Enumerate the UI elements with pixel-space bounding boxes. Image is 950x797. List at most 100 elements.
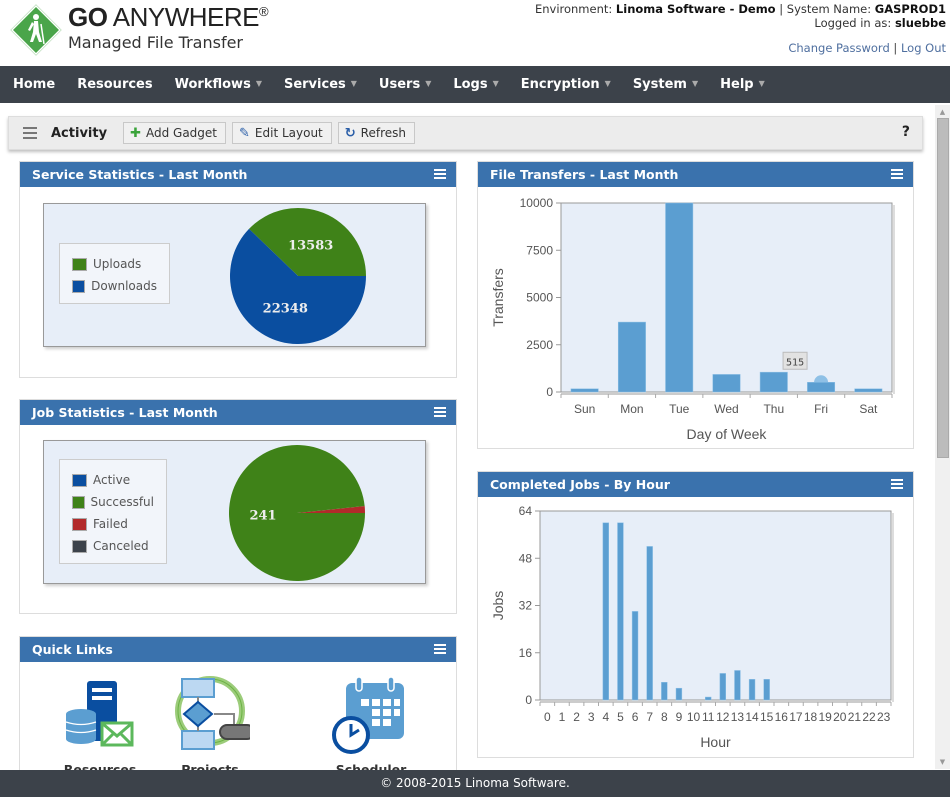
legend-item-successful[interactable]: Successful (72, 491, 154, 513)
footer: © 2008-2015 Linoma Software. (0, 770, 950, 797)
scroll-up-arrow-icon[interactable]: ▲ (935, 105, 950, 119)
x-tick-label: 21 (848, 710, 862, 724)
x-tick-label: 16 (775, 710, 789, 724)
panel-menu-icon[interactable] (434, 644, 446, 654)
bar-6[interactable] (631, 611, 639, 701)
help-button[interactable]: ? (902, 124, 910, 140)
copyright-text: © 2008-2015 Linoma Software. (380, 776, 570, 790)
page-scrollbar[interactable]: ▲ ▼ (935, 105, 950, 769)
hamburger-menu-icon[interactable] (23, 127, 37, 139)
x-tick-label: 14 (745, 710, 759, 724)
x-tick-label: Thu (763, 402, 784, 416)
logged-in-user: sluebbe (894, 16, 946, 30)
bar-5[interactable] (617, 522, 624, 701)
quick-link-resources[interactable]: Resources (45, 675, 155, 777)
legend-item-downloads[interactable]: Downloads (72, 275, 157, 297)
pie-data-label: 241 (249, 509, 276, 524)
app-header: GO ANYWHERE® Managed File Transfer Envir… (0, 0, 950, 66)
nav-logs[interactable]: Logs ▼ (453, 77, 498, 92)
x-tick-label: 5 (617, 710, 624, 724)
panel-menu-icon[interactable] (891, 169, 903, 179)
nav-encryption[interactable]: Encryption ▼ (521, 77, 611, 92)
legend-item-canceled[interactable]: Canceled (72, 535, 154, 557)
bar-mon[interactable] (617, 321, 646, 393)
nav-help[interactable]: Help ▼ (720, 77, 765, 92)
x-tick-label: 1 (559, 710, 566, 724)
edit-layout-button[interactable]: ✎ Edit Layout (232, 122, 332, 144)
bar-13[interactable] (734, 670, 741, 701)
completed-jobs-chart: 0163248640 1 2 3 4 5 6 7 8 9 10 11 12 13 14 15 16 17 18 19 2… (490, 504, 894, 750)
panel-menu-icon[interactable] (434, 169, 446, 179)
chevron-down-icon: ▼ (691, 79, 699, 88)
bar-4[interactable] (602, 522, 609, 701)
nav-users[interactable]: Users ▼ (379, 77, 431, 92)
system-name-value: GASPROD1 (874, 2, 946, 16)
x-tick-label: 8 (661, 710, 668, 724)
refresh-button[interactable]: ↻ Refresh (337, 122, 415, 144)
y-tick-label: 10000 (520, 196, 554, 210)
pie-data-label: 22348 (263, 302, 308, 317)
quick-link-scheduler[interactable]: Scheduler (316, 675, 426, 777)
legend-swatch (72, 473, 87, 487)
bar-12[interactable] (719, 673, 726, 701)
x-tick-label: Wed (714, 402, 738, 416)
job-stats-pie: 241 (229, 444, 365, 581)
x-tick-label: 17 (789, 710, 803, 724)
nav-home[interactable]: Home (13, 77, 55, 92)
bar-sun[interactable] (570, 388, 599, 393)
panel-menu-icon[interactable] (434, 407, 446, 417)
panel-title: Service Statistics - Last Month (32, 167, 248, 182)
bar-14[interactable] (748, 679, 756, 701)
scrollbar-thumb[interactable] (937, 118, 949, 458)
x-tick-label: 23 (877, 710, 891, 724)
nav-workflows[interactable]: Workflows ▼ (175, 77, 262, 92)
change-password-link[interactable]: Change Password (788, 41, 889, 55)
legend-item-uploads[interactable]: Uploads (72, 253, 157, 275)
scheduler-icon (332, 676, 404, 754)
x-tick-label: 4 (602, 710, 609, 724)
panel-title: Quick Links (32, 642, 113, 657)
bar-11[interactable] (705, 696, 712, 701)
panel-menu-icon[interactable] (891, 479, 903, 489)
goanywhere-logo-icon (8, 2, 64, 58)
bar-wed[interactable] (712, 374, 741, 393)
bar-7[interactable] (646, 546, 653, 701)
legend-swatch (72, 495, 85, 509)
nav-resources[interactable]: Resources (77, 77, 152, 92)
x-tick-label: 7 (646, 710, 653, 724)
x-tick-label: 22 (862, 710, 876, 724)
bar-9[interactable] (675, 687, 683, 701)
logout-link[interactable]: Log Out (901, 41, 946, 55)
x-tick-label: Sat (859, 402, 878, 416)
quick-link-projects[interactable]: Projects (155, 675, 265, 777)
x-tick-label: 9 (676, 710, 683, 724)
nav-services[interactable]: Services ▼ (284, 77, 357, 92)
add-gadget-button[interactable]: ✚ Add Gadget (123, 122, 226, 144)
bar-fri[interactable] (807, 382, 836, 393)
y-tick-label: 0 (525, 693, 532, 707)
bar-tue[interactable] (665, 202, 694, 393)
completed-jobs-panel: Completed Jobs - By Hour 0 16 32 48 64 0 1 2 3 4 5… (477, 471, 914, 758)
bar-thu[interactable] (759, 371, 788, 393)
legend-item-failed[interactable]: Failed (72, 513, 154, 535)
nav-system[interactable]: System ▼ (633, 77, 698, 92)
bar-8[interactable] (661, 682, 668, 701)
brand-subtitle: Managed File Transfer (68, 33, 243, 52)
service-stats-pie: 13583 22348 (230, 208, 366, 344)
job-statistics-panel: Job Statistics - Last Month Active Succe… (19, 399, 457, 614)
y-tick-label: 2500 (526, 338, 553, 352)
x-tick-label: 6 (632, 710, 639, 724)
tooltip-value: 515 (786, 357, 804, 368)
file-transfers-chart: 0 2500 5000 7500 10000 Sun Mon Tue Wed Thu Fri Sat D… (490, 196, 895, 442)
bar-15[interactable] (763, 679, 770, 701)
x-tick-label: Sun (574, 402, 595, 416)
bar-sat[interactable] (854, 388, 883, 393)
legend-item-active[interactable]: Active (72, 469, 154, 491)
account-links: Change Password | Log Out (788, 41, 946, 55)
x-tick-label: 3 (588, 710, 595, 724)
scroll-down-arrow-icon[interactable]: ▼ (935, 755, 950, 769)
legend-swatch (72, 279, 86, 293)
legend-swatch (72, 539, 87, 553)
plot-area (539, 510, 892, 701)
y-axis-title: Jobs (490, 591, 506, 621)
